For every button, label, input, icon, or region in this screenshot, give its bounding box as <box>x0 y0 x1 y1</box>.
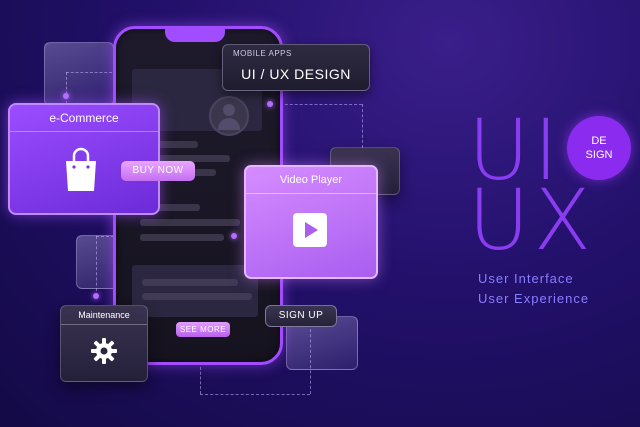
connector-dot <box>231 233 237 239</box>
connector-line <box>270 104 362 105</box>
screen-line <box>140 234 224 241</box>
ux-letters: UX <box>468 171 596 269</box>
sign-up-button[interactable]: SIGN UP <box>265 305 337 327</box>
avatar-icon <box>209 96 249 136</box>
phone-notch <box>165 28 225 42</box>
connector-dot <box>63 93 69 99</box>
gear-icon <box>91 338 117 364</box>
video-player-card[interactable]: Video Player <box>244 165 378 279</box>
shopping-bag-icon <box>66 147 96 191</box>
screen-line <box>142 279 238 286</box>
see-more-button[interactable]: SEE MORE <box>176 322 230 337</box>
badge-line-2: SIGN <box>585 149 613 161</box>
screen-line <box>140 219 240 226</box>
connector-line <box>66 72 112 73</box>
connector-line <box>362 104 363 148</box>
screen-line <box>142 293 252 300</box>
connector-dot <box>267 101 273 107</box>
connector-line <box>310 324 311 394</box>
ecommerce-title: e-Commerce <box>10 105 158 132</box>
buy-now-button[interactable]: BUY NOW <box>121 161 195 181</box>
tagline-user-interface: User Interface <box>478 271 574 286</box>
ecommerce-card[interactable]: e-Commerce <box>8 103 160 215</box>
play-icon[interactable] <box>293 213 327 247</box>
connector-line <box>66 72 67 104</box>
connector-line <box>200 394 310 395</box>
screen-block <box>132 265 258 317</box>
badge-line-1: DE <box>591 135 607 147</box>
design-badge: DE SIGN <box>567 116 631 180</box>
connector-dot <box>93 293 99 299</box>
video-player-title: Video Player <box>246 167 376 194</box>
maintenance-title: Maintenance <box>61 306 147 325</box>
mobile-apps-caption: MOBILE APPS <box>233 49 292 58</box>
tagline-user-experience: User Experience <box>478 291 590 306</box>
ui-ux-design-title: UI / UX DESIGN <box>241 66 351 82</box>
connector-line <box>96 236 97 296</box>
glass-panel-top-left <box>44 42 114 106</box>
maintenance-card[interactable]: Maintenance <box>60 305 148 382</box>
mobile-apps-label: MOBILE APPS UI / UX DESIGN <box>222 44 370 91</box>
